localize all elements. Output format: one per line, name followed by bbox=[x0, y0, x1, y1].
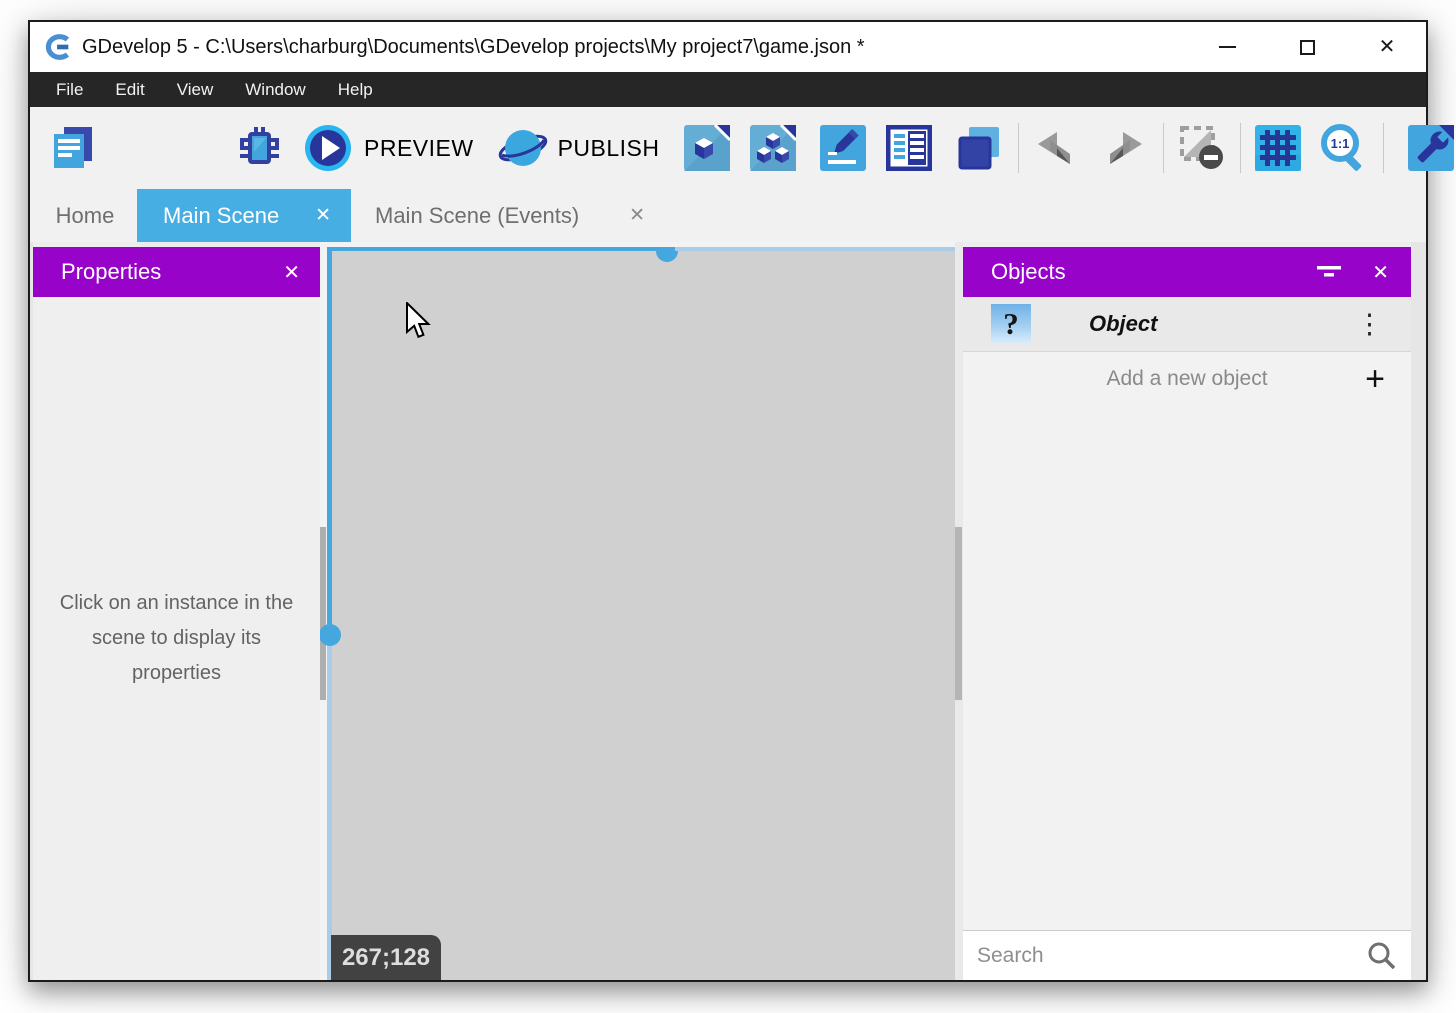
cursor-coordinates-badge: 267;128 bbox=[331, 935, 441, 980]
layers-editor-icon[interactable] bbox=[956, 125, 1002, 171]
publish-planet-icon[interactable] bbox=[498, 123, 548, 173]
object-groups-editor-icon[interactable] bbox=[750, 125, 796, 171]
objects-editor-icon[interactable] bbox=[684, 125, 730, 171]
scene-editor-canvas[interactable]: 267;128 bbox=[320, 242, 963, 980]
right-gap bbox=[1411, 242, 1426, 980]
toolbar: PREVIEW PUBLISH bbox=[30, 107, 1426, 189]
mouse-cursor-icon bbox=[405, 302, 433, 340]
properties-panel: Properties ✕ Click on an instance in the… bbox=[33, 242, 320, 980]
tab-home[interactable]: Home bbox=[33, 189, 137, 242]
properties-close-icon[interactable]: ✕ bbox=[283, 260, 300, 285]
properties-panel-body: Click on an instance in the scene to dis… bbox=[33, 297, 320, 980]
menu-help[interactable]: Help bbox=[322, 72, 389, 107]
minimize-icon bbox=[1219, 46, 1236, 48]
canvas-right-scrollbar[interactable] bbox=[955, 527, 962, 700]
menu-bar: File Edit View Window Help bbox=[30, 72, 1426, 107]
tab-bar: Home Main Scene ✕ Main Scene (Events) ✕ bbox=[30, 189, 1426, 242]
menu-edit[interactable]: Edit bbox=[99, 72, 160, 107]
toolbar-separator bbox=[1383, 123, 1384, 173]
app-window: GDevelop 5 - C:\Users\charburg\Documents… bbox=[28, 20, 1428, 982]
properties-panel-header: Properties ✕ bbox=[33, 247, 320, 297]
objects-list-empty-area bbox=[963, 406, 1411, 930]
close-icon: ✕ bbox=[1379, 37, 1396, 57]
objects-search-input[interactable] bbox=[963, 944, 1367, 968]
objects-panel-header: Objects ✕ bbox=[963, 247, 1411, 297]
deselect-all-icon[interactable] bbox=[1178, 124, 1226, 172]
maximize-icon bbox=[1300, 40, 1315, 55]
tab-label: Home bbox=[56, 203, 115, 229]
add-object-button[interactable]: Add a new object + bbox=[963, 352, 1411, 406]
zoom-original-icon[interactable]: 1:1 bbox=[1319, 123, 1369, 173]
window-controls: ✕ bbox=[1162, 22, 1402, 72]
object-thumbnail-question-icon: ? bbox=[991, 304, 1031, 344]
add-object-label: Add a new object bbox=[1106, 367, 1267, 391]
menu-view[interactable]: View bbox=[161, 72, 230, 107]
project-manager-icon[interactable] bbox=[46, 122, 98, 174]
toolbar-separator bbox=[1163, 123, 1164, 173]
scene-window-border-left-faded bbox=[327, 635, 332, 980]
object-name: Object bbox=[1089, 311, 1157, 337]
properties-empty-message: Click on an instance in the scene to dis… bbox=[49, 586, 305, 691]
scene-window-border-top bbox=[327, 247, 675, 251]
settings-wrench-icon[interactable] bbox=[1408, 125, 1454, 171]
preview-label[interactable]: PREVIEW bbox=[364, 135, 474, 162]
tab-label: Main Scene bbox=[163, 203, 279, 229]
tab-close-icon[interactable]: ✕ bbox=[315, 204, 331, 227]
close-button[interactable]: ✕ bbox=[1372, 22, 1402, 72]
plus-icon: + bbox=[1365, 360, 1385, 399]
properties-pencil-icon[interactable] bbox=[820, 125, 866, 171]
search-icon bbox=[1367, 941, 1397, 971]
gdevelop-logo bbox=[42, 32, 74, 62]
scene-resize-handle-left[interactable] bbox=[320, 624, 341, 646]
grid-icon[interactable] bbox=[1255, 125, 1301, 171]
properties-panel-title: Properties bbox=[61, 259, 161, 285]
tab-main-scene-events[interactable]: Main Scene (Events) ✕ bbox=[351, 189, 665, 242]
filter-icon[interactable] bbox=[1316, 263, 1342, 281]
tab-main-scene[interactable]: Main Scene ✕ bbox=[137, 189, 351, 242]
scene-window-border-top-faded bbox=[675, 247, 958, 251]
toolbar-separator bbox=[1240, 123, 1241, 173]
menu-file[interactable]: File bbox=[40, 72, 99, 107]
objects-panel: Objects ✕ ? Object ⋮ Add a new object + bbox=[963, 242, 1411, 980]
instances-list-icon[interactable] bbox=[886, 125, 932, 171]
toolbar-separator bbox=[1018, 123, 1019, 173]
maximize-button[interactable] bbox=[1292, 22, 1322, 72]
debugger-bug-icon[interactable] bbox=[236, 125, 282, 171]
tab-label: Main Scene (Events) bbox=[375, 203, 579, 229]
preview-play-icon[interactable] bbox=[304, 124, 352, 172]
redo-icon[interactable] bbox=[1101, 125, 1147, 171]
svg-text:1:1: 1:1 bbox=[1330, 136, 1349, 151]
canvas-left-scrollbar[interactable] bbox=[320, 527, 326, 700]
objects-search-bar bbox=[963, 930, 1411, 980]
tab-close-icon[interactable]: ✕ bbox=[629, 204, 645, 227]
scene-canvas-surface[interactable] bbox=[332, 251, 955, 980]
object-menu-kebab-icon[interactable]: ⋮ bbox=[1356, 311, 1383, 338]
undo-icon[interactable] bbox=[1033, 125, 1079, 171]
object-list-item[interactable]: ? Object ⋮ bbox=[963, 297, 1411, 352]
publish-label[interactable]: PUBLISH bbox=[558, 135, 660, 162]
scene-window-border-left bbox=[327, 247, 332, 635]
objects-panel-title: Objects bbox=[991, 259, 1066, 285]
window-title: GDevelop 5 - C:\Users\charburg\Documents… bbox=[82, 36, 865, 59]
main-content: Properties ✕ Click on an instance in the… bbox=[30, 242, 1426, 980]
objects-close-icon[interactable]: ✕ bbox=[1372, 260, 1389, 285]
title-bar: GDevelop 5 - C:\Users\charburg\Documents… bbox=[30, 22, 1426, 72]
minimize-button[interactable] bbox=[1212, 22, 1242, 72]
menu-window[interactable]: Window bbox=[229, 72, 321, 107]
